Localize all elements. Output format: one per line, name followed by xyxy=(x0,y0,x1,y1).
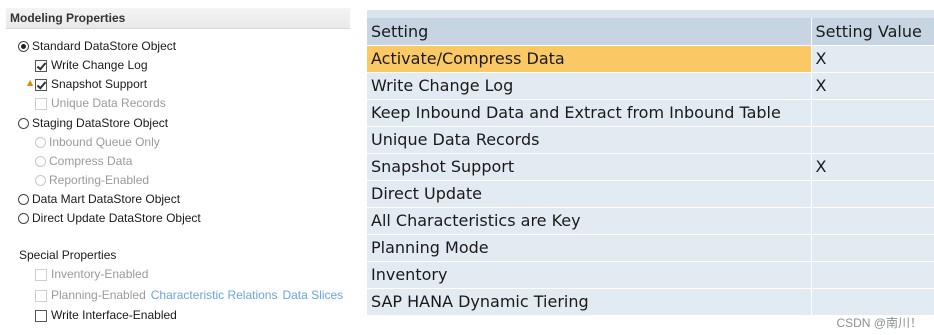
column-header-setting[interactable]: Setting xyxy=(367,18,812,46)
table-row[interactable]: SAP HANA Dynamic Tiering xyxy=(367,288,934,316)
checkbox-icon[interactable] xyxy=(35,78,47,91)
checkbox-icon[interactable] xyxy=(35,309,47,322)
reporting-enabled-option[interactable]: Reporting-Enabled xyxy=(35,171,149,190)
write-change-log-label: Write Change Log xyxy=(51,58,148,72)
compress-data-label: Compress Data xyxy=(49,154,133,168)
unique-data-records-option[interactable]: Unique Data Records xyxy=(35,94,166,113)
radio-icon[interactable] xyxy=(35,156,46,167)
setting-value-cell[interactable]: X xyxy=(811,45,934,73)
setting-cell[interactable]: SAP HANA Dynamic Tiering xyxy=(367,288,812,316)
table-row[interactable]: Inventory xyxy=(367,261,934,289)
inventory-enabled-label: Inventory-Enabled xyxy=(51,267,149,281)
reporting-enabled-label: Reporting-Enabled xyxy=(49,173,150,187)
table-top-bar xyxy=(367,10,934,18)
warning-icon: ▲ xyxy=(27,78,34,87)
snapshot-support-label: Snapshot Support xyxy=(51,77,148,91)
standard-dso-option[interactable]: Standard DataStore Object xyxy=(18,37,176,56)
setting-cell[interactable]: Keep Inbound Data and Extract from Inbou… xyxy=(367,99,812,127)
table-row[interactable]: Keep Inbound Data and Extract from Inbou… xyxy=(367,99,934,127)
radio-icon[interactable] xyxy=(18,213,29,224)
staging-dso-label: Staging DataStore Object xyxy=(32,116,169,130)
inbound-queue-only-label: Inbound Queue Only xyxy=(49,135,160,149)
characteristic-relations-link[interactable]: Characteristic Relations xyxy=(151,286,278,305)
table-row[interactable]: All Characteristics are Key xyxy=(367,207,934,235)
staging-dso-option[interactable]: Staging DataStore Object xyxy=(18,114,168,133)
table-row[interactable]: Snapshot Support X xyxy=(367,153,934,181)
unique-data-records-label: Unique Data Records xyxy=(51,96,166,110)
table-row[interactable]: Direct Update xyxy=(367,180,934,208)
setting-value-cell[interactable] xyxy=(811,180,934,208)
snapshot-support-option[interactable]: Snapshot Support xyxy=(35,75,147,94)
radio-icon[interactable] xyxy=(35,175,46,186)
write-interface-enabled-label: Write Interface-Enabled xyxy=(51,308,177,322)
setting-cell[interactable]: Write Change Log xyxy=(367,72,812,100)
planning-enabled-option[interactable]: Planning-Enabled Characteristic Relation… xyxy=(35,286,343,305)
table-row[interactable]: Write Change Log X xyxy=(367,72,934,100)
table-row[interactable]: Planning Mode xyxy=(367,234,934,262)
setting-cell[interactable]: Snapshot Support xyxy=(367,153,812,181)
setting-value-cell[interactable] xyxy=(811,99,934,127)
compress-data-option[interactable]: Compress Data xyxy=(35,152,132,171)
data-mart-dso-label: Data Mart DataStore Object xyxy=(32,192,181,206)
direct-update-dso-option[interactable]: Direct Update DataStore Object xyxy=(18,209,201,228)
direct-update-dso-label: Direct Update DataStore Object xyxy=(32,211,201,225)
setting-value-cell[interactable]: X xyxy=(811,72,934,100)
checkbox-icon[interactable] xyxy=(35,59,47,72)
setting-cell[interactable]: Inventory xyxy=(367,261,812,289)
planning-enabled-label: Planning-Enabled xyxy=(51,288,146,302)
setting-value-cell[interactable] xyxy=(811,234,934,262)
data-mart-dso-option[interactable]: Data Mart DataStore Object xyxy=(18,190,180,209)
table-row[interactable]: Unique Data Records xyxy=(367,126,934,154)
watermark: CSDN @南川！ xyxy=(836,316,922,330)
radio-icon[interactable] xyxy=(18,194,29,205)
radio-icon[interactable] xyxy=(35,137,46,148)
table-row[interactable]: Activate/Compress Data X xyxy=(367,45,934,73)
setting-cell[interactable]: Unique Data Records xyxy=(367,126,812,154)
setting-value-cell[interactable] xyxy=(811,126,934,154)
setting-cell[interactable]: All Characteristics are Key xyxy=(367,207,812,235)
setting-value-cell[interactable] xyxy=(811,261,934,289)
setting-value-cell[interactable]: X xyxy=(811,153,934,181)
inbound-queue-only-option[interactable]: Inbound Queue Only xyxy=(35,133,160,152)
write-change-log-option[interactable]: Write Change Log xyxy=(35,56,148,75)
modeling-properties-header: Modeling Properties xyxy=(6,8,350,29)
data-slices-link[interactable]: Data Slices xyxy=(282,286,343,305)
settings-table: Setting Setting Value Activate/Compress … xyxy=(367,18,934,316)
special-properties-header: Special Properties xyxy=(19,248,117,262)
standard-dso-label: Standard DataStore Object xyxy=(32,39,177,53)
inventory-enabled-option[interactable]: Inventory-Enabled xyxy=(35,265,148,284)
radio-icon[interactable] xyxy=(18,41,29,52)
table-header-row: Setting Setting Value xyxy=(367,18,934,46)
setting-cell[interactable]: Activate/Compress Data xyxy=(367,45,812,73)
column-header-setting-value[interactable]: Setting Value xyxy=(811,18,934,46)
setting-value-cell[interactable] xyxy=(811,288,934,316)
setting-cell[interactable]: Planning Mode xyxy=(367,234,812,262)
radio-icon[interactable] xyxy=(18,118,29,129)
write-interface-enabled-option[interactable]: Write Interface-Enabled xyxy=(35,306,177,325)
checkbox-icon[interactable] xyxy=(35,289,47,302)
setting-value-cell[interactable] xyxy=(811,207,934,235)
checkbox-icon[interactable] xyxy=(35,97,47,110)
setting-cell[interactable]: Direct Update xyxy=(367,180,812,208)
checkbox-icon[interactable] xyxy=(35,268,47,281)
properties-panel: Modeling Properties Standard DataStore O… xyxy=(0,0,362,335)
